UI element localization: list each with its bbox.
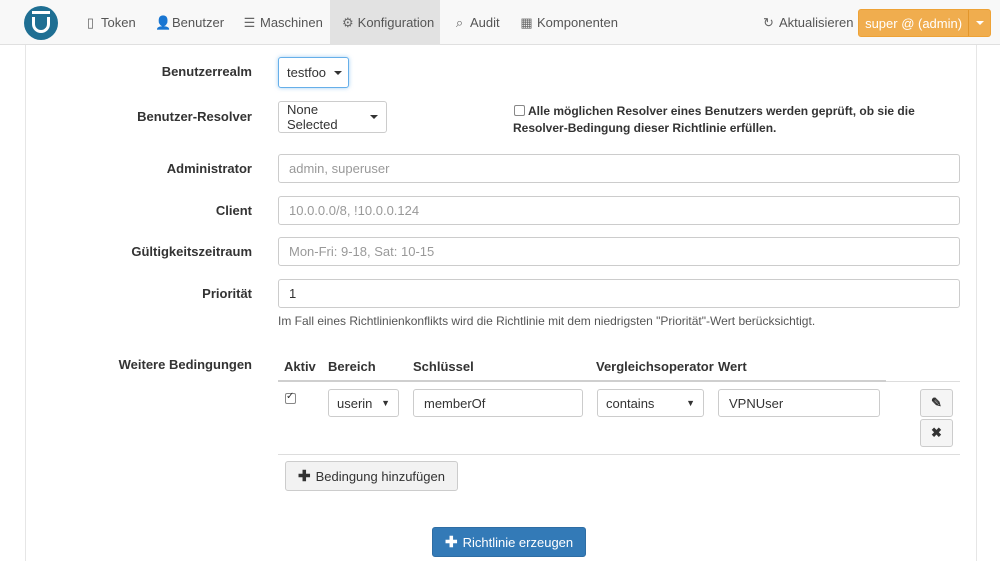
plus-icon: ✚ (445, 534, 458, 551)
server-icon: ☰ (243, 14, 256, 30)
client-input[interactable]: 10.0.0.0/8, !10.0.0.124 (278, 196, 960, 225)
nav-token[interactable]: ▯ Token (72, 0, 148, 45)
create-policy-button[interactable]: ✚ Richtlinie erzeugen (432, 527, 587, 557)
client-label: Client (215, 203, 252, 218)
validity-label: Gültigkeitszeitraum (131, 244, 252, 259)
nav-audit[interactable]: ⌕ Audit (441, 0, 512, 45)
search-icon: ⌕ (455, 14, 464, 30)
refresh-icon: ↻ (763, 14, 774, 30)
realm-select[interactable]: testfoo (278, 57, 349, 88)
validity-input[interactable]: Mon-Fri: 9-18, Sat: 10-15 (278, 237, 960, 266)
realm-label: Benutzerrealm (161, 64, 252, 79)
resolver-select[interactable]: None Selected (278, 101, 387, 133)
chevron-down-icon[interactable] (968, 10, 990, 36)
close-icon: ✖ (931, 425, 942, 440)
nav-konfiguration[interactable]: ⚙ Konfiguration (330, 0, 440, 45)
condition-value-input[interactable]: VPNUser (718, 389, 880, 417)
col-header-value: Wert (718, 359, 747, 374)
condition-active-checkbox[interactable] (285, 391, 296, 404)
condition-section-select[interactable]: userin ▼ (328, 389, 399, 417)
admin-label: Administrator (166, 161, 252, 176)
nav-maschinen[interactable]: ☰ Maschinen (231, 0, 335, 45)
conditions-label: Weitere Bedingungen (118, 357, 252, 372)
priority-input[interactable]: 1 (278, 279, 960, 308)
admin-input[interactable]: admin, superuser (278, 154, 960, 183)
caret-down-icon (370, 115, 378, 119)
col-header-active: Aktiv (284, 359, 316, 374)
top-navbar: ▯ Token 👤 Benutzer ☰ Maschinen ⚙ Konfigu… (0, 0, 1000, 45)
table-header-divider (278, 380, 886, 382)
user-icon: 👤 (155, 14, 172, 30)
nav-komponenten[interactable]: ▦ Komponenten (508, 0, 630, 45)
resolver-label: Benutzer-Resolver (137, 109, 252, 124)
priority-help-text: Im Fall eines Richtlinienkonflikts wird … (278, 314, 816, 328)
table-bottom-divider (278, 454, 960, 455)
wrench-icon: ⚙ (342, 14, 354, 30)
user-menu-button[interactable]: super @ (admin) (858, 9, 991, 37)
caret-down-icon (334, 70, 343, 75)
edit-condition-button[interactable]: ✎ (920, 389, 953, 417)
triangle-down-icon: ▼ (381, 398, 390, 408)
mobile-icon: ▯ (86, 14, 95, 30)
table-icon: ▦ (520, 14, 533, 30)
nav-benutzer[interactable]: 👤 Benutzer (143, 0, 236, 45)
priority-label: Priorität (202, 286, 252, 301)
col-header-key: Schlüssel (413, 359, 474, 374)
refresh-button[interactable]: ↻ Aktualisieren (762, 0, 853, 45)
edit-icon: ✎ (931, 395, 942, 410)
privacyidea-logo[interactable] (24, 6, 58, 40)
plus-icon: ✚ (298, 468, 311, 485)
condition-key-input[interactable]: memberOf (413, 389, 583, 417)
triangle-down-icon: ▼ (686, 398, 695, 408)
table-header-divider-right (886, 381, 960, 382)
check-all-resolvers-label: Alle möglichen Resolver eines Benutzers … (513, 104, 915, 135)
col-header-section: Bereich (328, 359, 376, 374)
condition-comparator-select[interactable]: contains ▼ (597, 389, 704, 417)
delete-condition-button[interactable]: ✖ (920, 419, 953, 447)
add-condition-button[interactable]: ✚ Bedingung hinzufügen (285, 461, 458, 491)
col-header-comparator: Vergleichsoperator (596, 359, 714, 374)
